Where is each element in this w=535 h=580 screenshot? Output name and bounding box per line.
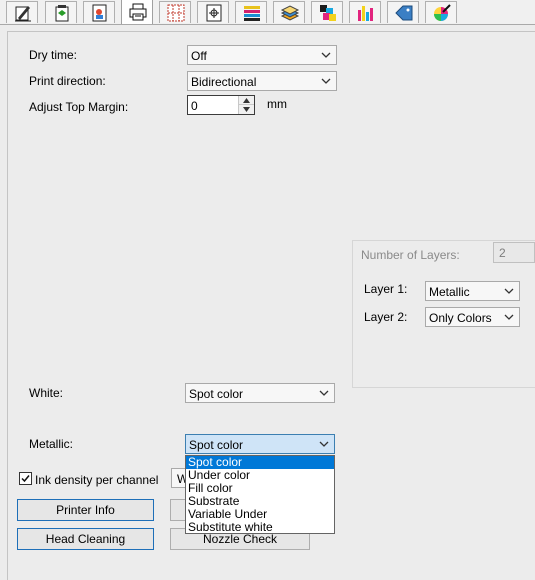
chevron-down-icon (504, 288, 514, 294)
arrow-down-icon (243, 107, 250, 112)
tab-position[interactable] (197, 1, 229, 23)
print-direction-select[interactable]: Bidirectional (187, 71, 337, 91)
white-label: White: (29, 386, 64, 400)
tab-cmyk[interactable] (311, 1, 343, 23)
metallic-dropdown-list: Spot color Under color Fill color Substr… (185, 455, 335, 534)
ink-density-checkbox[interactable] (19, 472, 32, 485)
white-value: Spot color (189, 387, 244, 401)
number-of-layers-value: 2 (499, 246, 506, 260)
layer2-value: Only Colors (429, 311, 492, 325)
stepper-down-button[interactable] (239, 105, 254, 114)
ink-bars-icon (358, 6, 373, 21)
dry-time-select[interactable]: Off (187, 45, 337, 65)
white-select[interactable]: Spot color (185, 383, 335, 403)
printer-info-button[interactable]: Printer Info (17, 499, 154, 521)
color-picker-icon (434, 4, 451, 21)
tab-general[interactable] (6, 1, 38, 23)
paper-pencil-icon (15, 6, 31, 22)
top-margin-value: 0 (191, 99, 198, 113)
tab-printer[interactable] (121, 0, 153, 24)
dry-time-value: Off (191, 49, 207, 63)
metallic-option-substitute-white[interactable]: Substitute white (186, 521, 334, 534)
metallic-value: Spot color (189, 438, 244, 452)
tab-tag[interactable] (387, 1, 419, 23)
layer2-label: Layer 2: (364, 310, 408, 324)
print-direction-label: Print direction: (29, 74, 106, 88)
head-cleaning-button[interactable]: Head Cleaning (17, 528, 154, 550)
top-margin-label: Adjust Top Margin: (29, 100, 129, 114)
chevron-down-icon (319, 441, 329, 447)
arrow-up-icon (243, 98, 250, 103)
stepper-up-button[interactable] (239, 96, 254, 105)
tab-color-picker[interactable] (425, 1, 457, 23)
image-page-icon (92, 4, 107, 22)
dry-time-label: Dry time: (29, 48, 77, 62)
layer1-label: Layer 1: (364, 282, 408, 296)
cmyk-squares-icon (320, 5, 336, 21)
metallic-label: Metallic: (29, 437, 74, 451)
tab-layout[interactable] (159, 1, 191, 23)
ink-density-label: Ink density per channel (35, 473, 159, 487)
stepper-buttons (238, 96, 254, 114)
print-direction-value: Bidirectional (191, 75, 257, 89)
grid-layout-icon (167, 4, 185, 22)
chevron-down-icon (319, 390, 329, 396)
blue-tag-icon (395, 5, 413, 21)
page-target-icon (206, 4, 222, 22)
layer1-select[interactable]: Metallic (425, 281, 520, 301)
tab-layers[interactable] (273, 1, 305, 23)
media-feed-icon (55, 5, 69, 22)
layer-stack-icon (280, 5, 300, 21)
tab-color[interactable] (235, 1, 267, 23)
tab-bar (0, 0, 535, 25)
number-of-layers-field: 2 (493, 242, 535, 263)
chevron-down-icon (321, 52, 331, 58)
chevron-down-icon (504, 314, 514, 320)
color-bars-icon (244, 6, 260, 21)
checkmark-icon (21, 475, 30, 483)
layer2-select[interactable]: Only Colors (425, 307, 520, 327)
layer1-value: Metallic (429, 285, 470, 299)
number-of-layers-label: Number of Layers: (361, 248, 460, 262)
metallic-select[interactable]: Spot color (185, 434, 335, 454)
top-margin-unit: mm (267, 97, 287, 111)
tab-image[interactable] (83, 1, 115, 23)
printer-icon (129, 3, 147, 21)
tab-media[interactable] (45, 1, 77, 23)
tab-ink[interactable] (349, 1, 381, 23)
chevron-down-icon (321, 78, 331, 84)
top-margin-stepper[interactable]: 0 (187, 95, 255, 115)
